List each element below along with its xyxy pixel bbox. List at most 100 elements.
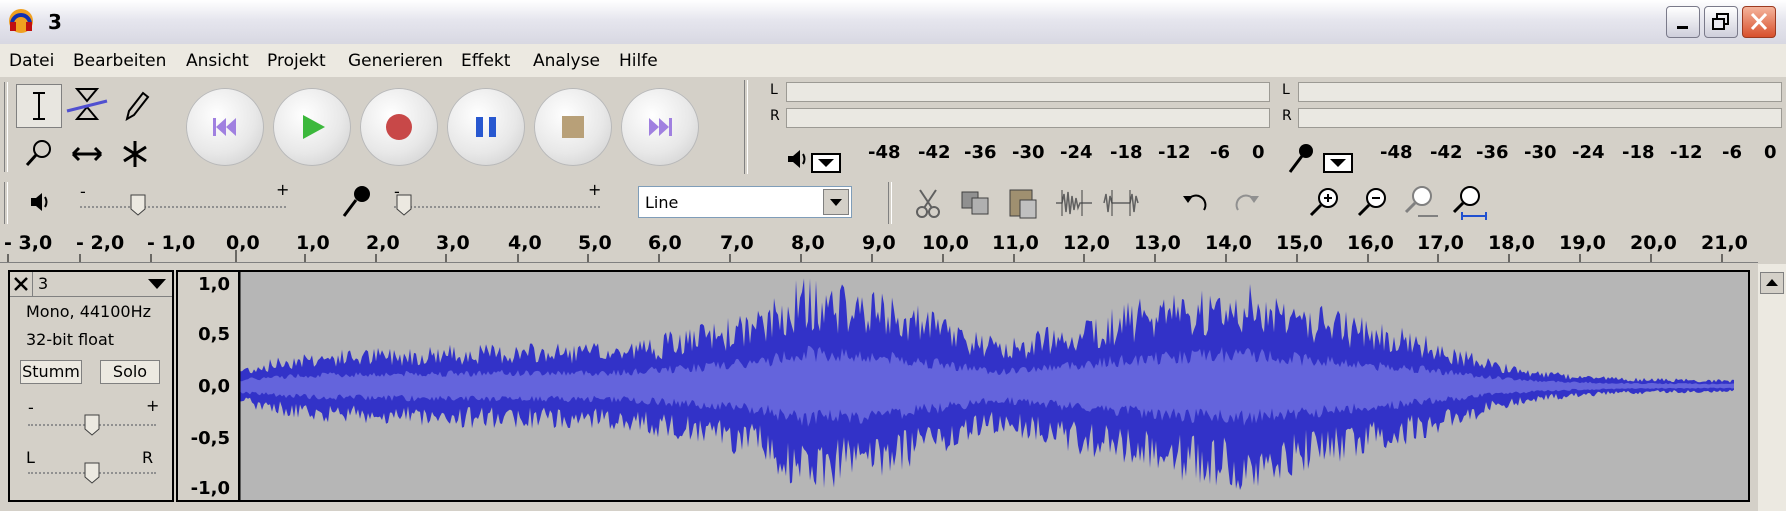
minimize-icon xyxy=(1677,26,1688,29)
skip-end-icon xyxy=(649,118,672,136)
play-scale-tick: -30 xyxy=(1012,142,1045,163)
rec-scale-tick: 0 xyxy=(1764,142,1777,163)
menu-ansicht[interactable]: Ansicht xyxy=(186,51,249,71)
redo-button[interactable] xyxy=(1224,182,1268,224)
play-button[interactable] xyxy=(273,88,351,166)
menu-generieren[interactable]: Generieren xyxy=(348,51,443,71)
undo-button[interactable] xyxy=(1174,182,1218,224)
gain-thumb[interactable] xyxy=(84,414,100,436)
menu-analyse[interactable]: Analyse xyxy=(533,51,600,71)
scroll-up-button[interactable] xyxy=(1760,272,1784,294)
input-volume-max-label: + xyxy=(588,180,602,199)
skip-to-end-button[interactable] xyxy=(621,88,699,166)
timeshift-tool[interactable] xyxy=(64,132,110,176)
ruler-tick-label: 19,0 xyxy=(1559,232,1606,254)
selection-tool[interactable] xyxy=(16,84,62,128)
waveform xyxy=(240,272,1734,500)
minimize-button[interactable] xyxy=(1666,6,1700,38)
edit-grip[interactable] xyxy=(888,182,892,224)
mixer-grip[interactable] xyxy=(4,182,8,224)
track-close-button[interactable] xyxy=(10,272,33,296)
play-meter-right-label: R xyxy=(770,108,780,124)
play-meter-left[interactable] xyxy=(786,82,1270,102)
ruler-tick-label: - 1,0 xyxy=(147,232,196,254)
copy-button[interactable] xyxy=(954,182,998,224)
play-scale-tick: -48 xyxy=(868,142,901,163)
microphone-icon xyxy=(342,186,370,217)
menu-projekt[interactable]: Projekt xyxy=(267,51,326,71)
speaker-meter-icon[interactable] xyxy=(784,146,844,176)
copy-icon xyxy=(961,191,989,215)
dropdown-arrow-icon[interactable] xyxy=(823,189,849,215)
silence-button[interactable] xyxy=(1100,182,1144,224)
track-bitdepth: 32-bit float xyxy=(26,330,115,349)
input-source-value: Line xyxy=(645,193,679,212)
draw-tool[interactable] xyxy=(112,84,158,128)
rec-scale-tick: -12 xyxy=(1670,142,1703,163)
rec-meter-right[interactable] xyxy=(1298,108,1782,128)
play-meter-right[interactable] xyxy=(786,108,1270,128)
paste-button[interactable] xyxy=(1002,182,1046,224)
window-title: 3 xyxy=(48,10,62,34)
ruler-tick-label: 1,0 xyxy=(296,232,330,254)
input-volume-slider[interactable] xyxy=(394,206,600,210)
pause-button[interactable] xyxy=(447,88,525,166)
ruler-tick-label: 20,0 xyxy=(1630,232,1677,254)
double-arrow-icon xyxy=(71,146,103,162)
rec-meter-left[interactable] xyxy=(1298,82,1782,102)
input-volume-thumb[interactable] xyxy=(396,194,412,216)
menu-datei[interactable]: Datei xyxy=(9,51,54,71)
input-source-select[interactable]: Line xyxy=(638,186,852,218)
restore-button[interactable] xyxy=(1704,6,1738,38)
menu-effekt[interactable]: Effekt xyxy=(461,51,510,71)
zoom-out-icon xyxy=(1357,188,1386,217)
gain-min-label: - xyxy=(28,398,34,417)
timeline-ruler[interactable]: - 3,0 - 2,0 - 1,0 0,0 1,0 2,0 3,0 4,0 5,… xyxy=(0,228,1758,263)
multi-tool[interactable] xyxy=(112,132,158,176)
track-menu-arrow-icon[interactable] xyxy=(146,276,168,292)
track-name-menu[interactable]: 3 xyxy=(38,274,48,293)
ruler-tick-label: 12,0 xyxy=(1063,232,1110,254)
record-button[interactable] xyxy=(360,88,438,166)
output-volume-thumb[interactable] xyxy=(130,194,146,216)
cut-button[interactable] xyxy=(906,182,950,224)
track-header: 3 xyxy=(10,272,172,297)
rec-scale-tick: -36 xyxy=(1476,142,1509,163)
pan-left-label: L xyxy=(26,448,35,467)
solo-button[interactable]: Solo xyxy=(100,360,160,384)
envelope-tool[interactable] xyxy=(64,84,110,128)
skip-to-start-button[interactable] xyxy=(186,88,264,166)
zoom-out-button[interactable] xyxy=(1350,182,1394,224)
fit-selection-icon xyxy=(1404,186,1438,217)
amplitude-axis: 1,0 0,5 0,0 -0,5 -1,0 xyxy=(176,270,238,502)
fit-selection-button[interactable] xyxy=(1398,182,1442,224)
rec-scale-tick: -6 xyxy=(1722,142,1742,163)
pan-thumb[interactable] xyxy=(84,462,100,484)
record-icon xyxy=(386,114,412,140)
close-x-icon xyxy=(14,277,28,291)
silence-icon xyxy=(1103,190,1139,216)
play-scale-tick: 0 xyxy=(1252,142,1265,163)
ruler-tick-label: 10,0 xyxy=(922,232,969,254)
menu-bearbeiten[interactable]: Bearbeiten xyxy=(73,51,166,71)
output-volume-slider[interactable] xyxy=(80,206,286,210)
play-meter-left-label: L xyxy=(770,82,778,98)
play-scale-tick: -12 xyxy=(1158,142,1191,163)
mute-button[interactable]: Stumm xyxy=(20,360,82,384)
arrow-up-icon xyxy=(1766,279,1778,286)
play-icon xyxy=(303,115,325,139)
toolbar-grip[interactable] xyxy=(4,82,8,172)
waveform-display[interactable] xyxy=(238,270,1750,502)
microphone-meter-icon[interactable] xyxy=(1286,142,1356,176)
stop-button[interactable] xyxy=(534,88,612,166)
close-button[interactable] xyxy=(1742,6,1776,38)
track-area: 3 Mono, 44100Hz 32-bit float Stumm Solo … xyxy=(0,264,1758,511)
menu-hilfe[interactable]: Hilfe xyxy=(619,51,658,71)
trim-button[interactable] xyxy=(1052,182,1096,224)
ruler-tick-label: 13,0 xyxy=(1134,232,1181,254)
menu-bar: Datei Bearbeiten Ansicht Projekt Generie… xyxy=(0,44,1786,77)
zoom-tool[interactable] xyxy=(16,132,62,176)
fit-project-button[interactable] xyxy=(1446,182,1490,224)
zoom-in-button[interactable] xyxy=(1302,182,1346,224)
vertical-scrollbar[interactable] xyxy=(1758,264,1786,511)
